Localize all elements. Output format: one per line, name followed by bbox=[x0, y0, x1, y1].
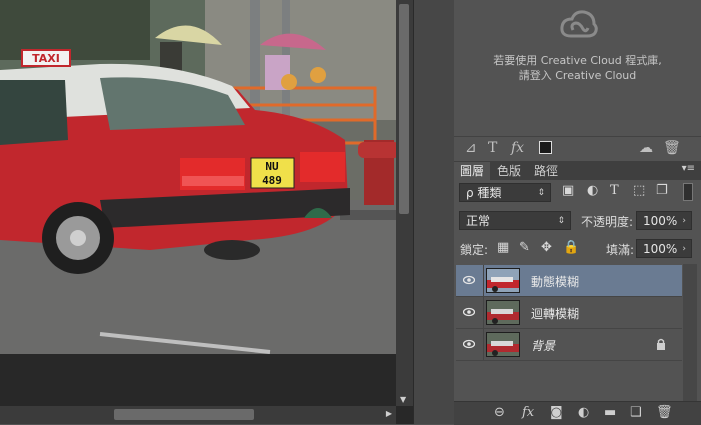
delete-layer-icon[interactable]: 🗑 bbox=[656, 405, 673, 420]
layers-scrollbar[interactable] bbox=[683, 264, 697, 401]
lock-brush-icon[interactable]: ✎ bbox=[519, 240, 530, 255]
new-layer-icon[interactable]: ❑ bbox=[630, 405, 642, 420]
add-mask-icon[interactable]: ◙ bbox=[550, 405, 563, 420]
filter-adjustment-icon[interactable]: ◐ bbox=[587, 183, 598, 198]
tab-paths[interactable]: 路徑 bbox=[528, 162, 564, 180]
filter-type-icon[interactable]: T bbox=[610, 183, 619, 198]
horizontal-scrollbar[interactable]: ▶ bbox=[0, 406, 396, 424]
chevron-right-icon[interactable]: › bbox=[682, 212, 686, 231]
fill-input[interactable]: 100% › bbox=[636, 239, 692, 258]
creative-cloud-icon bbox=[560, 10, 598, 38]
add-layer-style-icon[interactable]: fx bbox=[511, 140, 524, 156]
opacity-input[interactable]: 100% › bbox=[636, 211, 692, 230]
panel-tabs: 圖層 色版 路徑 ▾≡ bbox=[454, 161, 701, 180]
lock-icon bbox=[657, 338, 665, 350]
layer-name[interactable]: 迴轉模糊 bbox=[531, 305, 579, 322]
taxi-photo: NU 489 TAXI bbox=[0, 0, 396, 354]
cc-login-link[interactable]: 請登入 Creative Cloud bbox=[454, 67, 701, 83]
panel-menu-icon[interactable]: ▾≡ bbox=[682, 163, 695, 174]
vertical-scrollbar[interactable]: ▼ bbox=[396, 0, 413, 406]
add-layer-style-icon[interactable]: fx bbox=[522, 405, 534, 420]
filter-shape-icon[interactable]: ⬚ bbox=[633, 183, 645, 198]
add-graphic-icon[interactable]: ⊿ bbox=[465, 140, 477, 156]
libraries-toolbar: ⊿ T fx ☁ 🗑 bbox=[454, 136, 701, 162]
canvas-area: NU 489 TAXI ▼ ▶ bbox=[0, 0, 413, 424]
lock-all-icon[interactable]: 🔒 bbox=[563, 240, 579, 255]
scroll-right-icon[interactable]: ▶ bbox=[386, 409, 392, 418]
filter-kind-dropdown[interactable]: ρ 種類 ⇕ bbox=[459, 183, 551, 202]
fill-value: 100% bbox=[643, 242, 678, 256]
cc-sync-icon[interactable]: ☁ bbox=[639, 140, 653, 156]
blend-mode-dropdown[interactable]: 正常 ⇕ bbox=[459, 211, 571, 230]
plate-line1: NU bbox=[265, 160, 279, 173]
blend-mode-value: 正常 bbox=[466, 214, 491, 228]
tab-channels[interactable]: 色版 bbox=[491, 162, 527, 180]
add-text-style-icon[interactable]: T bbox=[488, 140, 497, 156]
document-canvas[interactable]: NU 489 TAXI bbox=[0, 0, 396, 354]
lock-label: 鎖定: bbox=[460, 243, 489, 257]
layer-name[interactable]: 動態模糊 bbox=[531, 273, 579, 290]
chevron-updown-icon: ⇕ bbox=[557, 216, 565, 226]
link-layers-icon[interactable]: ⊖ bbox=[494, 405, 505, 420]
filter-pixel-icon[interactable]: ▣ bbox=[562, 183, 574, 198]
libraries-panel: 若要使用 Creative Cloud 程式庫, 請登入 Creative Cl… bbox=[454, 0, 701, 136]
opacity-label: 不透明度: bbox=[581, 215, 634, 229]
layer-row[interactable]: 迴轉模糊 bbox=[456, 297, 682, 329]
collapsed-dock bbox=[413, 0, 454, 424]
eye-icon[interactable] bbox=[463, 274, 475, 286]
vertical-scroll-thumb[interactable] bbox=[399, 4, 409, 214]
eye-icon[interactable] bbox=[463, 306, 475, 318]
filter-kind-label: ρ 種類 bbox=[466, 186, 502, 200]
chevron-updown-icon: ⇕ bbox=[537, 188, 545, 198]
layer-thumbnail[interactable] bbox=[486, 300, 520, 325]
fill-label: 填滿: bbox=[606, 243, 635, 257]
new-group-icon[interactable]: ▬ bbox=[604, 405, 616, 420]
layer-row[interactable]: 背景 bbox=[456, 329, 682, 361]
opacity-value: 100% bbox=[643, 214, 678, 228]
layers-bottom-bar: ⊖ fx ◙ ◐ ▬ ❑ 🗑 bbox=[454, 401, 701, 425]
cc-login-message: 若要使用 Creative Cloud 程式庫, bbox=[493, 54, 662, 67]
tab-layers[interactable]: 圖層 bbox=[454, 162, 491, 180]
plate-line2: 489 bbox=[262, 174, 282, 187]
layer-row[interactable]: 動態模糊 bbox=[456, 265, 682, 297]
eye-icon[interactable] bbox=[463, 338, 475, 350]
horizontal-scroll-thumb[interactable] bbox=[114, 409, 254, 420]
lock-position-icon[interactable]: ✥ bbox=[541, 240, 552, 255]
trash-icon[interactable]: 🗑 bbox=[663, 140, 681, 156]
layer-name[interactable]: 背景 bbox=[531, 337, 555, 354]
layer-thumbnail[interactable] bbox=[486, 332, 520, 357]
filter-toggle[interactable] bbox=[683, 183, 693, 201]
taxi-sign: TAXI bbox=[32, 52, 60, 65]
layer-thumbnail[interactable] bbox=[486, 268, 520, 293]
add-fill-color-icon[interactable] bbox=[539, 141, 552, 154]
filter-smart-object-icon[interactable]: ❐ bbox=[656, 183, 668, 198]
lock-transparency-icon[interactable]: ▦ bbox=[497, 240, 509, 255]
scroll-down-icon[interactable]: ▼ bbox=[400, 395, 406, 404]
new-adjustment-layer-icon[interactable]: ◐ bbox=[578, 405, 589, 420]
chevron-right-icon[interactable]: › bbox=[682, 240, 686, 259]
